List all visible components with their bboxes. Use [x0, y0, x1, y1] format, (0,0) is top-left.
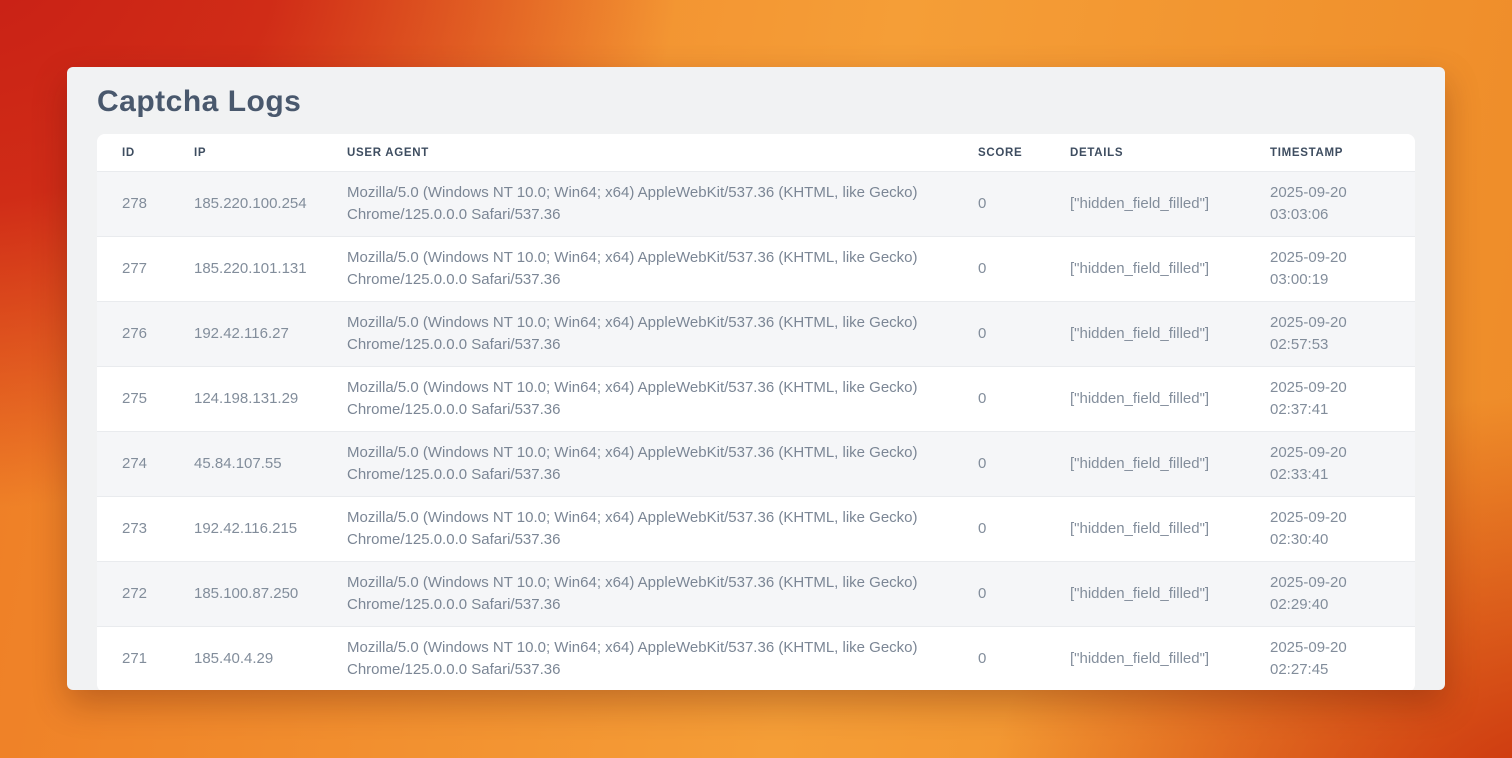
cell-timestamp: 2025-09-20 02:33:41 — [1270, 432, 1415, 497]
cell-score: 0 — [978, 302, 1070, 367]
cell-score: 0 — [978, 562, 1070, 627]
cell-user_agent: Mozilla/5.0 (Windows NT 10.0; Win64; x64… — [347, 497, 978, 562]
cell-ip: 45.84.107.55 — [194, 432, 347, 497]
table-body: 278185.220.100.254Mozilla/5.0 (Windows N… — [97, 172, 1415, 691]
cell-id: 272 — [97, 562, 194, 627]
cell-ip: 124.198.131.29 — [194, 367, 347, 432]
table-row: 272185.100.87.250Mozilla/5.0 (Windows NT… — [97, 562, 1415, 627]
cell-ip: 185.100.87.250 — [194, 562, 347, 627]
cell-timestamp: 2025-09-20 03:03:06 — [1270, 172, 1415, 237]
cell-score: 0 — [978, 627, 1070, 691]
table-row: 27445.84.107.55Mozilla/5.0 (Windows NT 1… — [97, 432, 1415, 497]
table-row: 278185.220.100.254Mozilla/5.0 (Windows N… — [97, 172, 1415, 237]
cell-user_agent: Mozilla/5.0 (Windows NT 10.0; Win64; x64… — [347, 562, 978, 627]
cell-details: ["hidden_field_filled"] — [1070, 562, 1270, 627]
column-header-ip: IP — [194, 134, 347, 172]
cell-id: 277 — [97, 237, 194, 302]
cell-user_agent: Mozilla/5.0 (Windows NT 10.0; Win64; x64… — [347, 627, 978, 691]
cell-id: 274 — [97, 432, 194, 497]
cell-timestamp: 2025-09-20 03:00:19 — [1270, 237, 1415, 302]
column-header-details: DETAILS — [1070, 134, 1270, 172]
cell-timestamp: 2025-09-20 02:57:53 — [1270, 302, 1415, 367]
column-header-timestamp: TIMESTAMP — [1270, 134, 1415, 172]
cell-timestamp: 2025-09-20 02:29:40 — [1270, 562, 1415, 627]
logs-table-container: IDIPUSER AGENTSCOREDETAILSTIMESTAMP 2781… — [97, 134, 1415, 690]
cell-score: 0 — [978, 432, 1070, 497]
cell-details: ["hidden_field_filled"] — [1070, 367, 1270, 432]
table-row: 273192.42.116.215Mozilla/5.0 (Windows NT… — [97, 497, 1415, 562]
logs-table: IDIPUSER AGENTSCOREDETAILSTIMESTAMP 2781… — [97, 134, 1415, 690]
cell-user_agent: Mozilla/5.0 (Windows NT 10.0; Win64; x64… — [347, 367, 978, 432]
table-row: 276192.42.116.27Mozilla/5.0 (Windows NT … — [97, 302, 1415, 367]
cell-score: 0 — [978, 237, 1070, 302]
cell-ip: 185.220.101.131 — [194, 237, 347, 302]
cell-timestamp: 2025-09-20 02:30:40 — [1270, 497, 1415, 562]
table-row: 271185.40.4.29Mozilla/5.0 (Windows NT 10… — [97, 627, 1415, 691]
cell-id: 271 — [97, 627, 194, 691]
cell-user_agent: Mozilla/5.0 (Windows NT 10.0; Win64; x64… — [347, 172, 978, 237]
cell-ip: 192.42.116.215 — [194, 497, 347, 562]
column-header-id: ID — [97, 134, 194, 172]
cell-details: ["hidden_field_filled"] — [1070, 237, 1270, 302]
cell-user_agent: Mozilla/5.0 (Windows NT 10.0; Win64; x64… — [347, 432, 978, 497]
table-row: 275124.198.131.29Mozilla/5.0 (Windows NT… — [97, 367, 1415, 432]
cell-score: 0 — [978, 367, 1070, 432]
cell-ip: 185.40.4.29 — [194, 627, 347, 691]
cell-user_agent: Mozilla/5.0 (Windows NT 10.0; Win64; x64… — [347, 237, 978, 302]
desktop-background: { "page": { "title": "Captcha Logs" }, "… — [0, 0, 1512, 758]
cell-score: 0 — [978, 172, 1070, 237]
cell-timestamp: 2025-09-20 02:27:45 — [1270, 627, 1415, 691]
cell-id: 273 — [97, 497, 194, 562]
cell-user_agent: Mozilla/5.0 (Windows NT 10.0; Win64; x64… — [347, 302, 978, 367]
cell-id: 278 — [97, 172, 194, 237]
cell-ip: 185.220.100.254 — [194, 172, 347, 237]
cell-timestamp: 2025-09-20 02:37:41 — [1270, 367, 1415, 432]
column-header-user_agent: USER AGENT — [347, 134, 978, 172]
cell-ip: 192.42.116.27 — [194, 302, 347, 367]
cell-score: 0 — [978, 497, 1070, 562]
column-header-score: SCORE — [978, 134, 1070, 172]
cell-details: ["hidden_field_filled"] — [1070, 302, 1270, 367]
cell-details: ["hidden_field_filled"] — [1070, 627, 1270, 691]
table-row: 277185.220.101.131Mozilla/5.0 (Windows N… — [97, 237, 1415, 302]
captcha-logs-card: Captcha Logs IDIPUSER AGENTSCOREDETAILST… — [67, 67, 1445, 690]
cell-details: ["hidden_field_filled"] — [1070, 172, 1270, 237]
cell-id: 275 — [97, 367, 194, 432]
page-title: Captcha Logs — [97, 83, 1415, 121]
table-header-row: IDIPUSER AGENTSCOREDETAILSTIMESTAMP — [97, 134, 1415, 172]
cell-details: ["hidden_field_filled"] — [1070, 497, 1270, 562]
cell-id: 276 — [97, 302, 194, 367]
cell-details: ["hidden_field_filled"] — [1070, 432, 1270, 497]
